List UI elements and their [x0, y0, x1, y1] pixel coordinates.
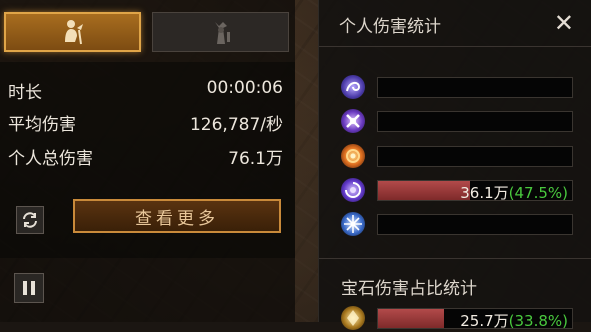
pause-icon-bar — [23, 281, 27, 295]
damage-bar-fill — [378, 181, 471, 200]
skill-row — [341, 212, 575, 238]
skill-row — [341, 75, 575, 101]
damage-bar — [377, 214, 573, 235]
damage-bar — [377, 77, 573, 98]
close-icon[interactable]: ✕ — [554, 9, 574, 37]
divider — [319, 46, 591, 47]
tab-personal[interactable] — [4, 12, 141, 52]
tab-team[interactable] — [152, 12, 289, 52]
gold-gem-icon — [341, 306, 365, 330]
damage-bar — [377, 146, 573, 167]
stat-avg-damage: 平均伤害 126,787/秒 — [8, 106, 283, 135]
hero-figure-icon — [64, 20, 83, 45]
stat-total-damage: 个人总伤害 76.1万 — [8, 140, 283, 169]
damage-bar — [377, 111, 573, 132]
ghost-figure-icon — [214, 22, 230, 44]
divider — [319, 258, 591, 259]
blue-star-skill-icon — [341, 212, 365, 236]
damage-bar-text: 36.1万(47.5%) — [460, 184, 568, 202]
sync-arrows-icon — [23, 212, 37, 228]
view-more-button[interactable]: 查看更多 — [73, 199, 281, 233]
violet-vortex-skill-icon — [341, 178, 365, 202]
sync-button[interactable] — [16, 206, 44, 234]
gem-damage-bar: 25.7万(33.8%) — [377, 308, 573, 330]
stat-label: 个人总伤害 — [8, 149, 93, 169]
stat-value: 76.1万 — [228, 149, 283, 169]
panel-title: 个人伤害统计 — [339, 17, 441, 37]
pause-icon-bar — [31, 281, 35, 295]
gem-row: 25.7万(33.8%) — [341, 306, 575, 332]
damage-bar: 36.1万(47.5%) — [377, 180, 573, 202]
pause-button[interactable] — [14, 273, 44, 303]
damage-summary-panel: 时长 00:00:06 平均伤害 126,787/秒 个人总伤害 76.1万 查… — [0, 0, 295, 322]
stat-value: 00:00:06 — [206, 78, 283, 98]
damage-bar-fill — [378, 309, 444, 328]
personal-damage-stats-panel: 个人伤害统计 ✕ 36.1万(47.5%) 宝石伤害占比统计 25.7万(33.… — [318, 0, 591, 330]
skill-row — [341, 109, 575, 135]
damage-bar-text: 25.7万(33.8%) — [460, 312, 568, 330]
stat-label: 平均伤害 — [8, 115, 76, 135]
gem-section-title: 宝石伤害占比统计 — [341, 279, 477, 299]
stat-label: 时长 — [8, 83, 42, 103]
fire-orb-skill-icon — [341, 144, 365, 168]
skill-row: 36.1万(47.5%) — [341, 178, 575, 204]
purple-cross-skill-icon — [341, 109, 365, 133]
purple-swirl-skill-icon — [341, 75, 365, 99]
stat-duration: 时长 00:00:06 — [8, 74, 283, 103]
stat-value: 126,787/秒 — [189, 115, 283, 135]
skill-row — [341, 144, 575, 170]
